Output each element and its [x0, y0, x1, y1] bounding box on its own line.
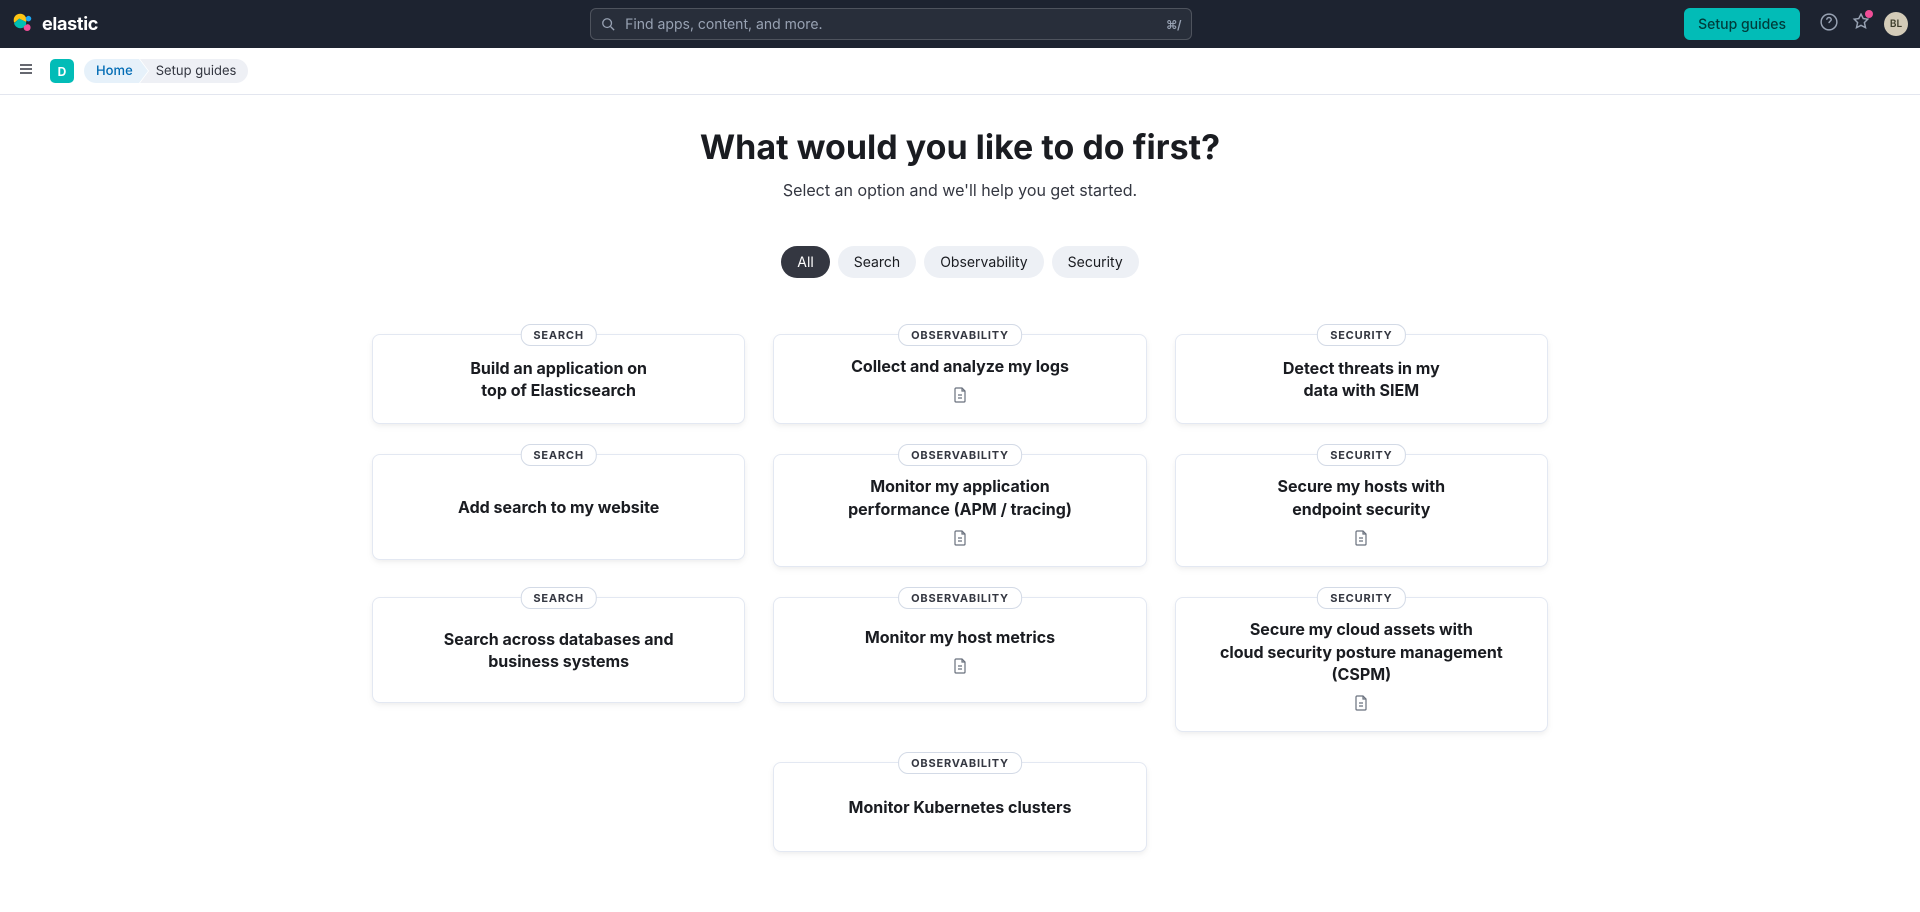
document-icon — [952, 530, 968, 546]
page-title: What would you like to do first? — [0, 127, 1920, 168]
card-kubernetes[interactable]: Monitor Kubernetes clusters — [773, 762, 1146, 852]
filter-observability[interactable]: Observability — [924, 246, 1043, 278]
global-search[interactable]: ⌘/ — [590, 8, 1192, 40]
menu-icon — [18, 61, 34, 81]
global-header: elastic ⌘/ Setup guides BL — [0, 0, 1920, 48]
card-add-search-website[interactable]: Add search to my website — [372, 454, 745, 560]
card-title: Detect threats in my data with SIEM — [1283, 357, 1440, 402]
elastic-logo[interactable]: elastic — [12, 11, 98, 37]
category-tag-observability: OBSERVABILITY — [898, 444, 1022, 466]
category-tag-search: SEARCH — [520, 587, 596, 609]
keyboard-shortcut-hint: ⌘/ — [1166, 17, 1181, 32]
category-tag-security: SECURITY — [1317, 587, 1405, 609]
space-selector[interactable]: D — [50, 59, 74, 83]
category-tag-observability: OBSERVABILITY — [898, 324, 1022, 346]
card-title: Monitor my host metrics — [865, 626, 1055, 648]
filter-group: All Search Observability Security — [0, 246, 1920, 278]
card-monitor-apm[interactable]: Monitor my application performance (APM … — [773, 454, 1146, 567]
brand-text: elastic — [42, 14, 98, 35]
card-host-metrics[interactable]: Monitor my host metrics — [773, 597, 1146, 703]
category-tag-search: SEARCH — [520, 444, 596, 466]
elastic-logo-icon — [12, 11, 34, 37]
card-build-application[interactable]: Build an application on top of Elasticse… — [372, 334, 745, 424]
breadcrumb: Home Setup guides — [84, 59, 248, 83]
card-collect-logs[interactable]: Collect and analyze my logs — [773, 334, 1146, 424]
setup-guides-button[interactable]: Setup guides — [1684, 8, 1800, 40]
help-button[interactable] — [1820, 13, 1838, 35]
card-title: Monitor my application performance (APM … — [848, 475, 1072, 520]
user-avatar[interactable]: BL — [1884, 12, 1908, 36]
category-tag-security: SECURITY — [1317, 444, 1405, 466]
guide-card-grid: SEARCH Build an application on top of El… — [372, 324, 1548, 852]
document-icon — [952, 658, 968, 674]
filter-security[interactable]: Security — [1052, 246, 1139, 278]
document-icon — [1353, 530, 1369, 546]
category-tag-observability: OBSERVABILITY — [898, 752, 1022, 774]
card-title: Search across databases and business sys… — [444, 628, 674, 673]
filter-all[interactable]: All — [781, 246, 829, 278]
document-icon — [952, 387, 968, 403]
card-title: Monitor Kubernetes clusters — [849, 796, 1072, 818]
card-title: Build an application on top of Elasticse… — [470, 357, 647, 402]
card-title: Add search to my website — [458, 496, 659, 518]
card-detect-threats-siem[interactable]: Detect threats in my data with SIEM — [1175, 334, 1548, 424]
category-tag-search: SEARCH — [520, 324, 596, 346]
category-tag-security: SECURITY — [1317, 324, 1405, 346]
notification-dot — [1865, 10, 1873, 18]
card-search-databases[interactable]: Search across databases and business sys… — [372, 597, 745, 703]
global-search-input[interactable] — [625, 16, 1156, 33]
nav-toggle-button[interactable] — [12, 55, 40, 87]
card-title: Secure my hosts with endpoint security — [1278, 475, 1446, 520]
breadcrumb-current: Setup guides — [140, 59, 249, 83]
document-icon — [1353, 695, 1369, 711]
card-cspm[interactable]: Secure my cloud assets with cloud securi… — [1175, 597, 1548, 732]
card-title: Collect and analyze my logs — [851, 355, 1069, 377]
category-tag-observability: OBSERVABILITY — [898, 587, 1022, 609]
card-title: Secure my cloud assets with cloud securi… — [1204, 618, 1519, 685]
filter-search[interactable]: Search — [838, 246, 916, 278]
help-icon — [1820, 13, 1838, 35]
sub-header: D Home Setup guides — [0, 48, 1920, 95]
card-endpoint-security[interactable]: Secure my hosts with endpoint security — [1175, 454, 1548, 567]
page-subtitle: Select an option and we'll help you get … — [0, 180, 1920, 200]
newsfeed-button[interactable] — [1852, 13, 1870, 35]
search-icon — [601, 17, 615, 31]
breadcrumb-home[interactable]: Home — [84, 59, 139, 83]
